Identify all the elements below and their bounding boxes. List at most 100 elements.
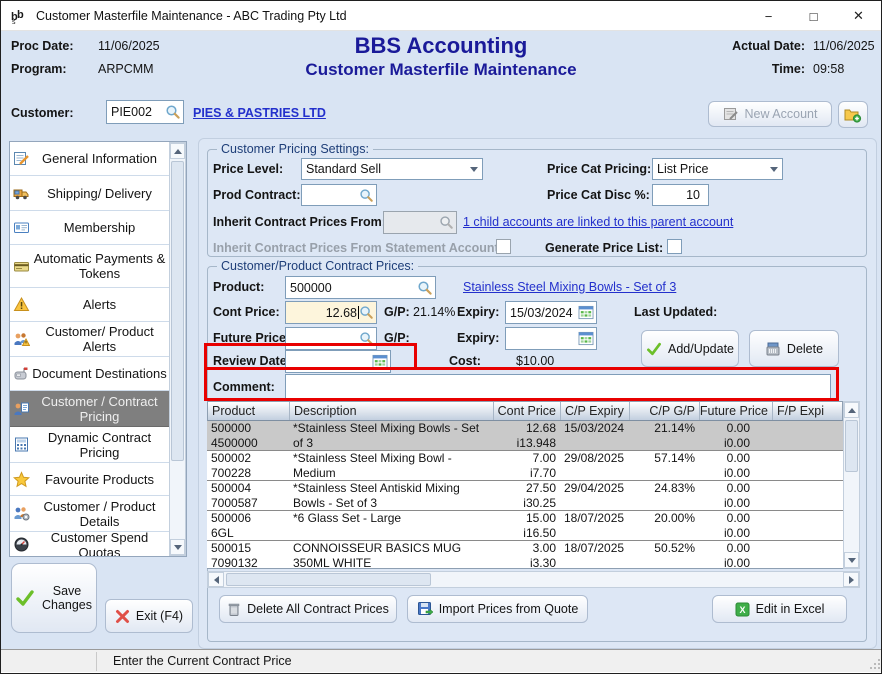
svg-text:s: s [12,19,16,25]
minimize-button[interactable]: − [746,1,791,31]
scroll-down-arrow-icon[interactable] [170,539,185,555]
scrollbar-thumb[interactable] [226,573,431,586]
cell-description: *Stainless Steel Mixing Bowl -Medium [289,451,493,480]
title-bar: b b s Customer Masterfile Maintenance - … [1,1,881,31]
product-input[interactable]: 500000 [285,276,436,299]
page-title: Customer Masterfile Maintenance [1,60,881,80]
table-row[interactable]: 5000047000587 *Stainless Steel Antiskid … [207,481,843,511]
sidebar-item-general-information[interactable]: General Information [10,142,169,176]
column-header-cp-gp[interactable]: C/P G/P [630,402,700,420]
customer-code-input[interactable]: PIE002 [106,100,184,124]
membership-icon [13,219,30,236]
price-level-select[interactable]: Standard Sell [301,158,483,180]
svg-text:b: b [17,9,24,21]
import-disk-icon [417,601,433,617]
table-horizontal-scrollbar[interactable] [207,571,860,588]
actual-date-label: Actual Date: [732,39,805,53]
app-window: b b s Customer Masterfile Maintenance - … [0,0,882,674]
shipping-delivery-icon [13,185,30,202]
prod-contract-input[interactable] [301,184,377,206]
future-expiry-input[interactable] [505,327,597,350]
exit-button[interactable]: Exit (F4) [105,599,193,633]
close-button[interactable]: ✕ [836,1,881,31]
scroll-right-arrow-icon[interactable] [843,572,859,587]
cont-price-value: 12.68 [290,306,359,320]
inherit-lookup-icon[interactable] [439,215,454,230]
cell-cont-price: 15.00i16.50 [493,511,560,540]
cell-cont-price: 3.00i3.30 [493,541,560,568]
scroll-up-arrow-icon[interactable] [844,402,859,418]
sidebar-item-customer-contract-pricing[interactable]: Customer / Contract Pricing [10,391,169,427]
scrollbar-thumb[interactable] [845,420,858,472]
edit-in-excel-button[interactable]: X Edit in Excel [712,595,847,623]
price-cat-disc-label: Price Cat Disc %: [547,188,650,202]
sidebar-item-customer-product-alerts[interactable]: Customer/ Product Alerts [10,322,169,357]
new-account-label: New Account [745,107,818,121]
cell-fp-expiry [772,421,841,450]
table-row[interactable]: 5000157090132 CONNOISSEUR BASICS MUG350M… [207,541,843,569]
expiry-input[interactable]: 15/03/2024 [505,301,597,324]
scroll-up-arrow-icon[interactable] [170,143,185,159]
save-changes-button[interactable]: Save Changes [11,563,97,633]
delete-button[interactable]: Delete [749,330,839,367]
cont-price-input[interactable]: 12.68 [285,301,377,324]
sidebar-item-label: Automatic Payments & Tokens [32,251,169,281]
product-lookup-icon[interactable] [417,280,433,296]
generate-price-list-checkbox[interactable] [667,239,682,254]
inherit-statement-checkbox[interactable] [496,239,511,254]
calendar-icon[interactable] [578,305,594,320]
review-date-input[interactable] [285,350,391,373]
save-changes-label: Save Changes [41,584,93,612]
calendar-icon[interactable] [578,331,594,346]
sidebar-item-label: Shipping/ Delivery [32,186,169,201]
cell-product: 5000157090132 [207,541,289,568]
price-cat-disc-input[interactable]: 10 [652,184,709,206]
customer-product-alerts-icon [13,331,30,348]
table-row[interactable]: 5000066GL *6 Glass Set - Large 15.00i16.… [207,511,843,541]
future-price-input[interactable] [285,327,377,350]
prod-contract-lookup-icon[interactable] [359,188,374,203]
sidebar-item-document-destinations[interactable]: Document Destinations [10,357,169,391]
cell-future-price: 0.00i0.00 [699,451,772,480]
scroll-left-arrow-icon[interactable] [208,572,224,587]
column-header-future-price[interactable]: Future Price [700,402,773,420]
import-prices-from-quote-button[interactable]: Import Prices from Quote [407,595,588,623]
sidebar-scrollbar[interactable] [169,142,186,556]
column-header-product[interactable]: Product [208,402,290,420]
add-update-button[interactable]: Add/Update [641,330,739,367]
table-row[interactable]: 5000004500000 *Stainless Steel Mixing Bo… [207,421,843,451]
column-header-description[interactable]: Description [290,402,494,420]
column-header-cont-price[interactable]: Cont Price [494,402,561,420]
customer-product-details-icon [13,505,30,522]
sidebar-item-favourite-products[interactable]: Favourite Products [10,463,169,496]
sidebar-item-membership[interactable]: Membership [10,211,169,245]
delete-all-contract-prices-button[interactable]: Delete All Contract Prices [219,595,397,623]
sidebar-item-shipping-delivery[interactable]: Shipping/ Delivery [10,176,169,211]
sidebar-item-automatic-payments[interactable]: Automatic Payments & Tokens [10,245,169,288]
maximize-button[interactable]: □ [791,1,836,31]
column-header-fp-expiry[interactable]: F/P Expi [773,402,842,420]
child-accounts-link[interactable]: 1 child accounts are linked to this pare… [463,215,733,229]
sidebar-item-customer-product-details[interactable]: Customer / Product Details [10,496,169,532]
inherit-contract-from-input[interactable] [383,211,457,234]
new-account-button[interactable]: New Account [708,101,832,127]
sidebar-item-customer-spend-quotas[interactable]: Customer Spend Quotas [10,532,169,557]
scrollbar-thumb[interactable] [171,161,184,461]
price-cat-pricing-select[interactable]: List Price [652,158,783,180]
column-header-cp-expiry[interactable]: C/P Expiry [561,402,630,420]
cont-price-lookup-icon[interactable] [359,305,374,320]
calendar-icon[interactable] [372,354,388,369]
sidebar-item-alerts[interactable]: Alerts [10,288,169,322]
add-customer-folder-button[interactable] [838,101,868,128]
table-row[interactable]: 500002700228 *Stainless Steel Mixing Bow… [207,451,843,481]
sidebar-item-dynamic-contract-pricing[interactable]: Dynamic Contract Pricing [10,427,169,463]
table-vertical-scrollbar[interactable] [843,401,860,569]
comment-input[interactable] [285,374,831,399]
resize-grip-icon[interactable] [869,658,881,670]
customer-name-link[interactable]: PIES & PASTRIES LTD [193,106,326,120]
future-price-lookup-icon[interactable] [359,331,374,346]
customer-lookup-icon[interactable] [165,104,181,120]
exit-label: Exit (F4) [136,609,183,623]
scroll-down-arrow-icon[interactable] [844,552,859,568]
product-name-link[interactable]: Stainless Steel Mixing Bowls - Set of 3 [463,280,676,294]
